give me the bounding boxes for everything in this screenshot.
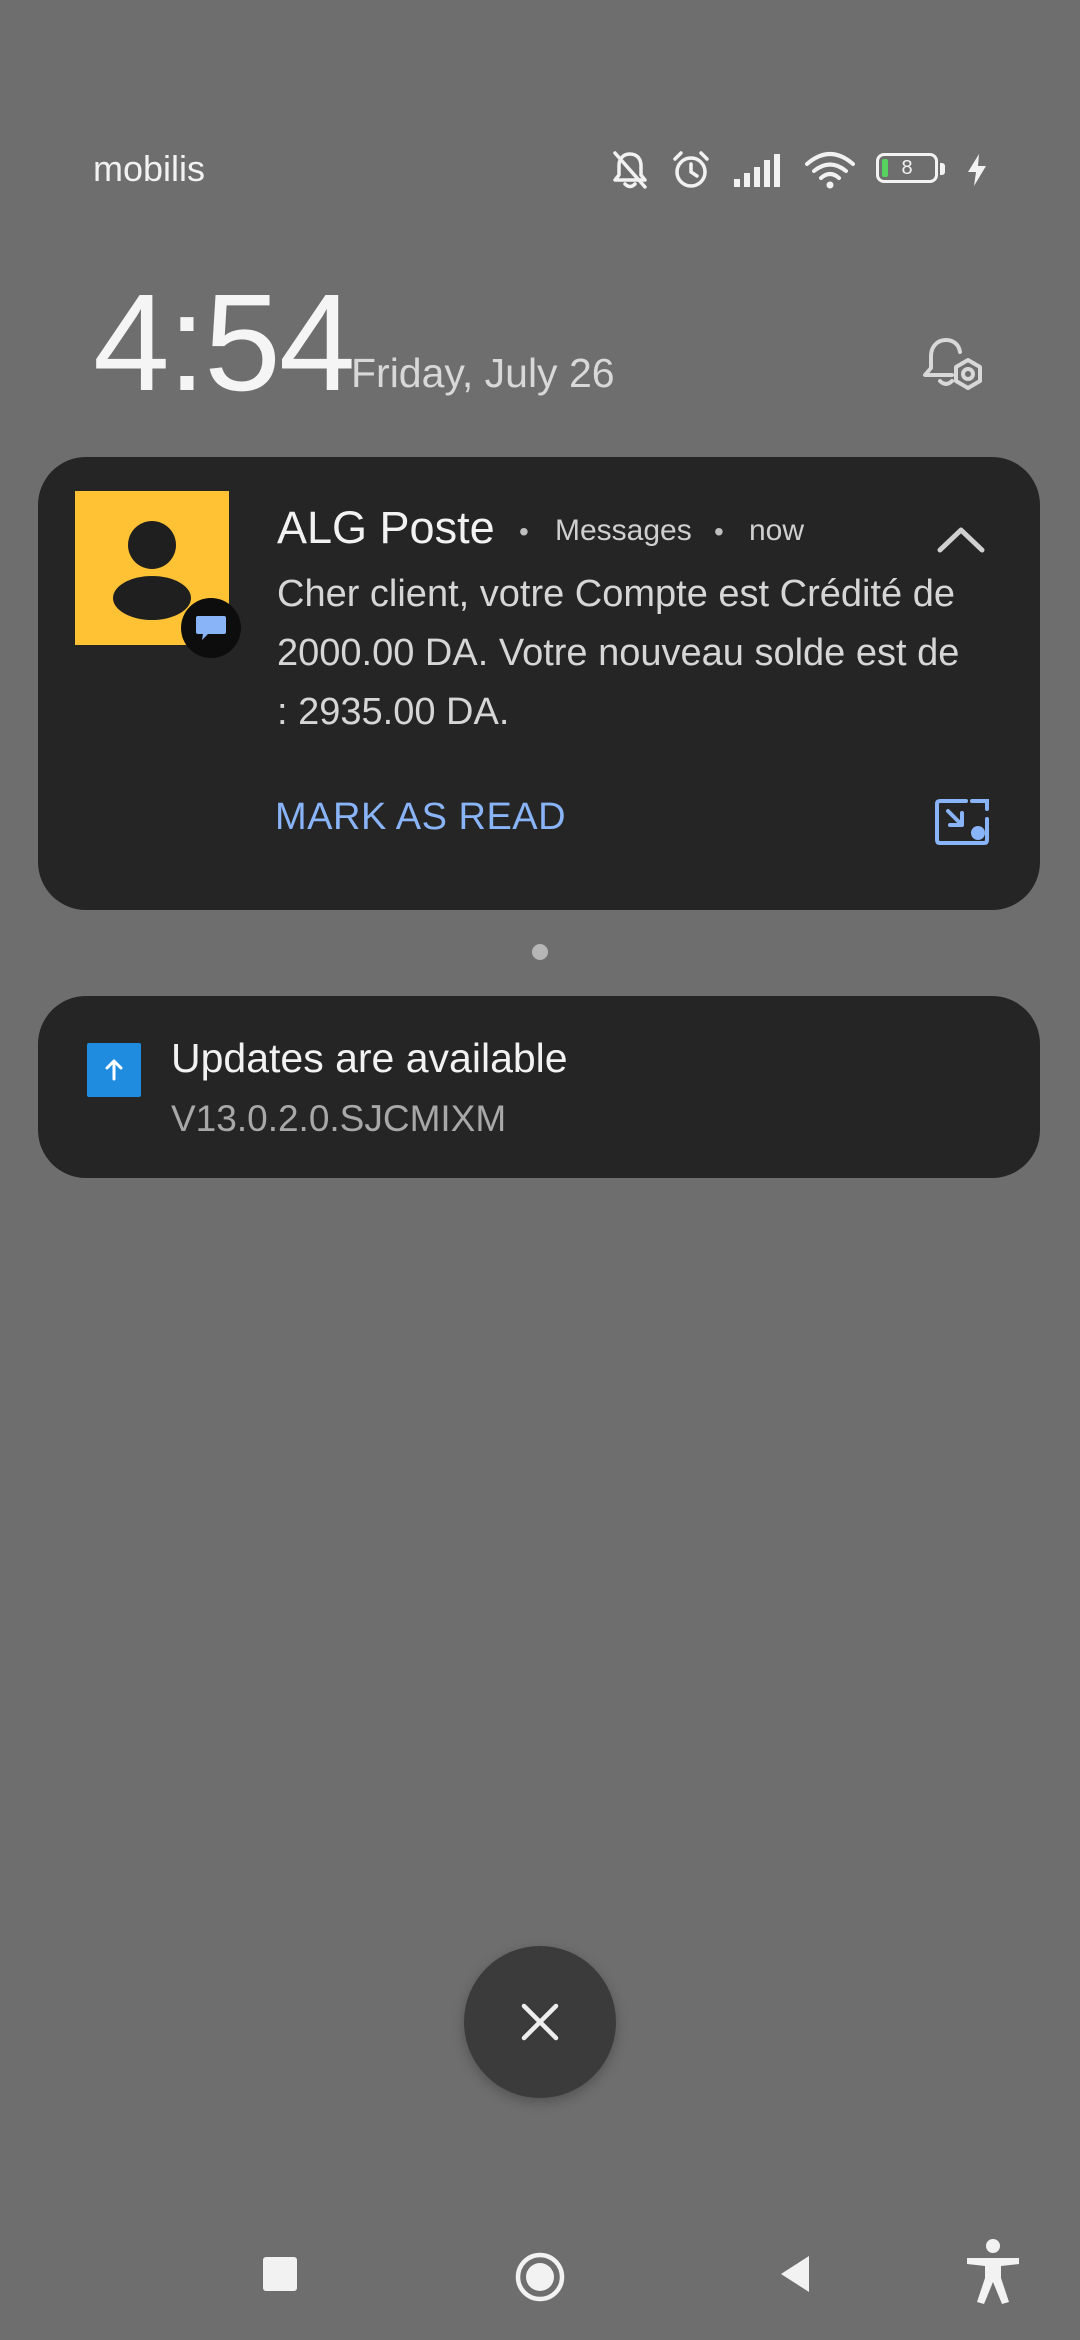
notification-app-name: Messages: [555, 514, 692, 547]
status-icons: 8: [610, 145, 988, 195]
clock-date: Friday, July 26: [351, 350, 615, 396]
picture-in-picture-icon[interactable]: [934, 797, 990, 847]
update-app-icon: [87, 1043, 141, 1097]
accessibility-icon[interactable]: [964, 2238, 1022, 2304]
charging-bolt-icon: [968, 154, 986, 186]
notification-time: now: [749, 514, 805, 547]
separator-dot: •: [519, 516, 529, 547]
close-icon: [521, 2003, 559, 2041]
back-button[interactable]: [777, 2253, 813, 2295]
clear-notifications-button[interactable]: [464, 1946, 616, 2098]
battery-level: 8: [901, 157, 913, 179]
separator-dot: •: [714, 516, 724, 547]
bell-muted-icon: [613, 151, 647, 189]
home-button[interactable]: [514, 2251, 566, 2303]
collapse-chevron-icon[interactable]: [930, 520, 992, 560]
messages-app-badge: [181, 598, 241, 658]
notification-sender: ALG Poste: [277, 502, 495, 553]
arrow-up-icon: [105, 1059, 123, 1081]
carrier-name: mobilis: [93, 148, 206, 189]
clock-time: 4:54: [93, 266, 356, 420]
chat-bubble-icon: [196, 616, 226, 640]
notification-message: Cher client, votre Compte est Crédité de…: [277, 573, 960, 733]
mark-as-read-button[interactable]: MARK AS READ: [275, 796, 566, 839]
page-indicator-dot: [532, 944, 548, 960]
wifi-icon: [805, 152, 855, 189]
notification-settings-icon[interactable]: [918, 334, 990, 406]
notification-card-updates[interactable]: [38, 996, 1040, 1178]
update-title: Updates are available: [171, 1035, 568, 1081]
recent-apps-button[interactable]: [263, 2257, 297, 2291]
battery-icon: 8: [876, 153, 946, 187]
signal-icon: [734, 154, 780, 187]
update-version: V13.0.2.0.SJCMIXM: [171, 1098, 507, 1139]
alarm-icon: [673, 151, 709, 188]
